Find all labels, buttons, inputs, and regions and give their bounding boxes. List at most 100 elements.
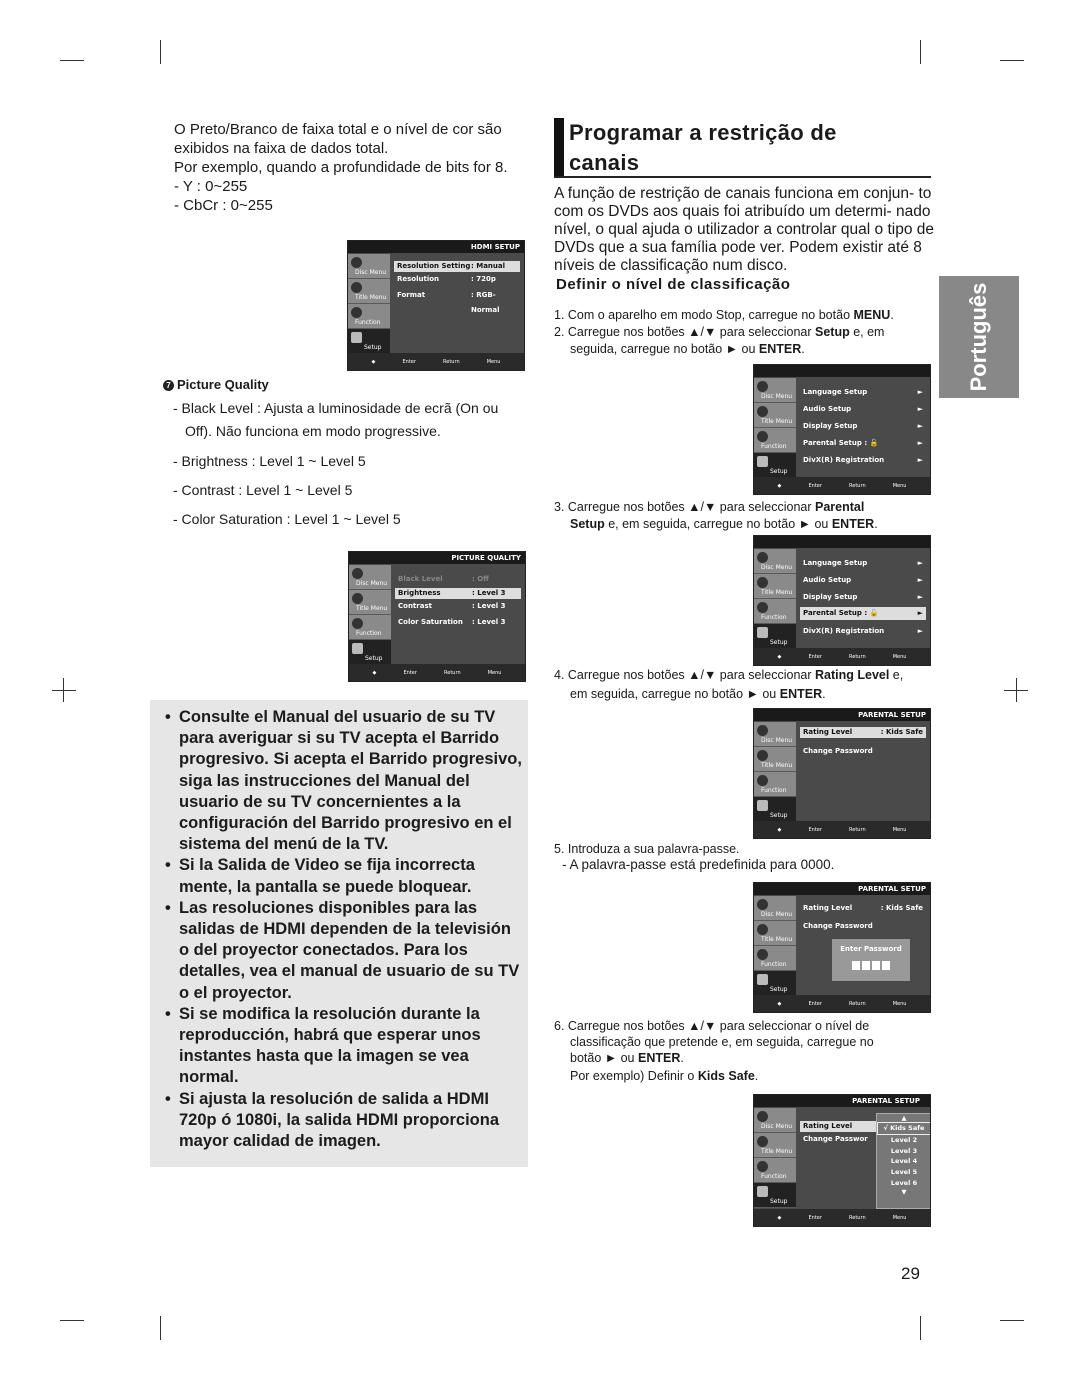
menu-row: Display Setup ►: [803, 422, 923, 430]
pq-line: - Black Level : Ajusta a luminosidade de…: [173, 400, 499, 416]
sidebar-title-menu: Title Menu: [754, 921, 796, 946]
step-number-badge: 7: [163, 380, 174, 391]
registration-mark: [1004, 690, 1028, 691]
crop-mark: [1000, 60, 1024, 61]
intro-line: Por exemplo, quando a profundidade de bi…: [174, 159, 508, 176]
rating-level-dropdown-screen: PARENTAL SETUP Disc Menu Title Menu Func…: [753, 1094, 931, 1227]
sidebar-setup: Setup: [754, 1183, 796, 1208]
disc-icon: [352, 568, 363, 579]
menu-items: Rating Level: Kids Safe Change Password: [800, 901, 926, 935]
sidebar-function: Function: [349, 615, 391, 640]
password-dialog: Enter Password: [832, 939, 910, 981]
title-icon: [757, 750, 768, 761]
menu-row: Rating Level: [800, 1121, 876, 1132]
sidebar-disc-menu: Disc Menu: [754, 378, 796, 403]
crop-mark: [60, 1320, 84, 1321]
pq-line: - Brightness : Level 1 ~ Level 5: [173, 453, 366, 469]
menu-row: Audio Setup ►: [803, 576, 923, 584]
sidebar-title-menu: Title Menu: [754, 1133, 796, 1158]
crop-mark: [920, 40, 921, 64]
note-item: Si ajusta la resolución de salida a HDMI…: [165, 1089, 522, 1153]
intro-line: - CbCr : 0~255: [174, 197, 273, 214]
menu-row: Contrast: Level 3: [398, 602, 506, 610]
sidebar-title-menu: Title Menu: [754, 403, 796, 428]
menu-row: Rating Level: Kids Safe: [800, 727, 926, 738]
sidebar-disc-menu: Disc Menu: [754, 722, 796, 747]
crop-mark: [1000, 1320, 1024, 1321]
heading-bar: [554, 118, 564, 176]
sidebar-setup: Setup: [349, 640, 391, 665]
sidebar-function: Function: [754, 428, 796, 453]
section-title: Programar a restrição de canais: [569, 120, 837, 175]
sidebar-setup: Setup: [754, 453, 796, 478]
rating-level-dropdown[interactable]: ▲ √ Kids Safe Level 2 Level 3 Level 4 Le…: [876, 1113, 930, 1209]
sidebar-disc-menu: Disc Menu: [754, 896, 796, 921]
dropdown-option[interactable]: Level 4: [877, 1156, 930, 1167]
menu-footer: ◆ Enter Return Menu: [754, 821, 930, 838]
note-item: Si se modifica la resolución durante la …: [165, 1004, 522, 1089]
step-6: 6. Carregue nos botões ▲/▼ para seleccio…: [554, 1019, 870, 1033]
gear-icon: [757, 800, 768, 811]
gear-icon: [757, 974, 768, 985]
nav-arrows-icon: ◆: [777, 826, 782, 833]
step-6-example: Por exemplo) Definir o Kids Safe.: [570, 1069, 759, 1083]
setup-menu-parental-selected-screen: Disc Menu Title Menu Function Setup Lang…: [753, 535, 931, 666]
menu-sidebar: Disc Menu Title Menu Function Setup: [754, 378, 796, 478]
sidebar-disc-menu: Disc Menu: [754, 549, 796, 574]
crop-mark: [160, 1316, 161, 1340]
dropdown-option[interactable]: Level 3: [877, 1146, 930, 1157]
sidebar-disc-menu: Disc Menu: [349, 565, 391, 590]
hdmi-setup-screen: HDMI SETUP Disc Menu Title Menu Function…: [347, 240, 525, 371]
gear-icon: [352, 643, 363, 654]
menu-items: Black Level: Off Brightness: Level 3 Con…: [395, 572, 521, 631]
pq-line: - Contrast : Level 1 ~ Level 5: [173, 482, 353, 498]
menu-row: Resolution: 720p: [397, 275, 496, 283]
menu-items: Resolution Setting: Manual Resolution: 7…: [394, 261, 520, 314]
intro-text: O Preto/Branco de faixa total e o nível …: [174, 120, 534, 215]
dropdown-option[interactable]: √ Kids Safe: [877, 1122, 930, 1135]
sidebar-title-menu: Title Menu: [348, 279, 390, 304]
pq-line: Off). Não funciona em modo progressive.: [185, 423, 441, 439]
menu-row: Audio Setup ►: [803, 405, 923, 413]
intro-line: exibidos na faixa de dados total.: [174, 140, 389, 157]
title-icon: [352, 593, 363, 604]
dropdown-option[interactable]: Level 5: [877, 1167, 930, 1178]
menu-row: Brightness: Level 3: [395, 588, 521, 599]
screen-title: HDMI SETUP: [348, 241, 524, 253]
scroll-up-icon[interactable]: ▲: [877, 1114, 930, 1122]
step-3: 3. Carregue nos botões ▲/▼ para seleccio…: [554, 500, 865, 514]
menu-footer: ◆ Enter Return Menu: [754, 1209, 930, 1226]
password-input[interactable]: [832, 961, 910, 972]
nav-arrows-icon: ◆: [777, 482, 782, 489]
menu-footer: ◆ Enter Return Menu: [754, 648, 930, 665]
function-icon: [757, 775, 768, 786]
note-item: Las resoluciones disponibles para las sa…: [165, 898, 522, 1004]
sidebar-setup: Setup: [348, 329, 390, 354]
parental-setup-screen: PARENTAL SETUP Disc Menu Title Menu Func…: [753, 708, 931, 839]
sidebar-title-menu: Title Menu: [754, 574, 796, 599]
sidebar-function: Function: [754, 772, 796, 797]
disc-icon: [351, 257, 362, 268]
screen-title: PARENTAL SETUP: [754, 883, 930, 895]
menu-row: Language Setup ►: [803, 388, 923, 396]
function-icon: [351, 307, 362, 318]
menu-items: Rating Level: Kids Safe Change Password: [800, 727, 926, 760]
sidebar-setup: Setup: [754, 797, 796, 822]
sidebar-function: Function: [754, 599, 796, 624]
step-3-cont: Setup e, em seguida, carregue no botão ►…: [570, 517, 878, 531]
gear-icon: [757, 456, 768, 467]
nav-arrows-icon: ◆: [777, 1000, 782, 1007]
dropdown-option[interactable]: Level 2: [877, 1135, 930, 1146]
menu-row: Parental Setup : 🔓 ►: [800, 607, 926, 620]
menu-row: Display Setup ►: [803, 593, 923, 601]
menu-row: DivX(R) Registration ►: [803, 456, 923, 464]
lead-paragraph: A função de restrição de canais funciona…: [554, 185, 934, 274]
scroll-down-icon[interactable]: ▼: [877, 1189, 930, 1196]
note-item: Consulte el Manual del usuario de su TV …: [165, 707, 522, 855]
disc-icon: [757, 1111, 768, 1122]
menu-row: Rating Level: Kids Safe: [803, 904, 923, 912]
sidebar-function: Function: [754, 1158, 796, 1183]
intro-line: - Y : 0~255: [174, 178, 248, 195]
sidebar-setup: Setup: [754, 971, 796, 996]
nav-arrows-icon: ◆: [372, 669, 377, 676]
